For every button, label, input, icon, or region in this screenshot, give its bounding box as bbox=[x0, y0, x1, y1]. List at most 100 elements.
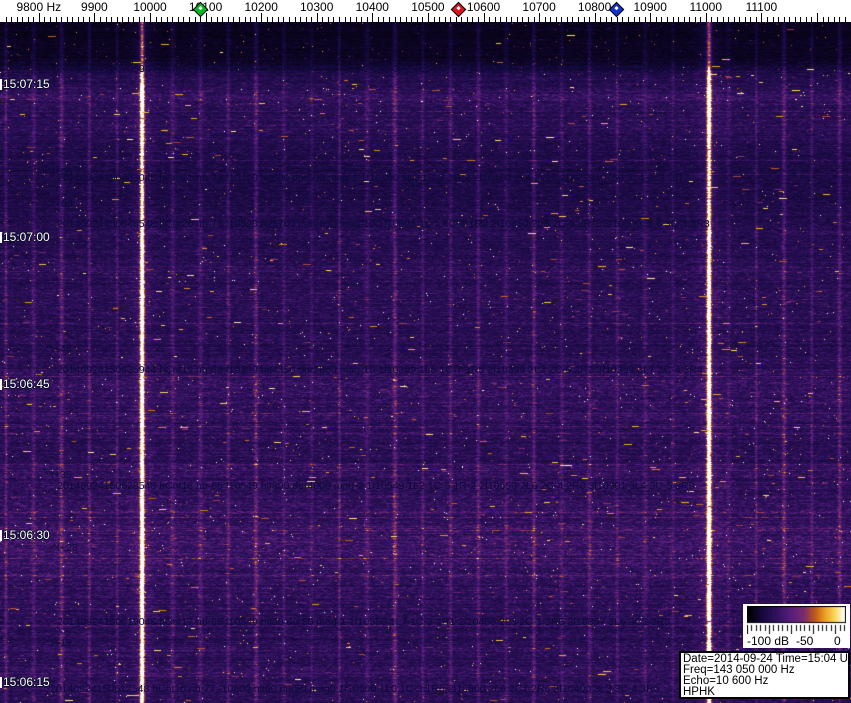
freq-minor-tick bbox=[211, 17, 213, 22]
freq-minor-tick bbox=[655, 17, 657, 22]
freq-minor-tick bbox=[644, 17, 646, 22]
freq-minor-tick bbox=[455, 17, 457, 22]
freq-minor-tick bbox=[194, 17, 196, 22]
freq-tick-label: 9900 bbox=[81, 0, 108, 14]
freq-minor-tick bbox=[172, 17, 174, 22]
freq-minor-tick bbox=[772, 17, 774, 22]
freq-minor-tick bbox=[377, 17, 379, 22]
freq-minor-tick bbox=[722, 17, 724, 22]
freq-minor-tick bbox=[105, 17, 107, 22]
freq-minor-tick bbox=[383, 17, 385, 22]
freq-minor-tick bbox=[611, 17, 613, 22]
freq-minor-tick bbox=[144, 17, 146, 22]
red-diamond-marker[interactable] bbox=[450, 1, 467, 18]
freq-minor-tick bbox=[672, 17, 674, 22]
freq-minor-tick bbox=[755, 17, 757, 22]
freq-minor-tick bbox=[305, 17, 307, 22]
freq-minor-tick bbox=[11, 17, 13, 22]
freq-minor-tick bbox=[266, 17, 268, 22]
freq-minor-tick bbox=[161, 17, 163, 22]
freq-minor-tick bbox=[44, 17, 46, 22]
freq-minor-tick bbox=[522, 17, 524, 22]
freq-minor-tick bbox=[344, 17, 346, 22]
freq-minor-tick bbox=[83, 17, 85, 22]
freq-minor-tick bbox=[88, 17, 90, 22]
freq-minor-tick bbox=[578, 17, 579, 22]
freq-minor-tick bbox=[233, 17, 235, 22]
freq-minor-tick bbox=[439, 17, 440, 22]
freq-minor-tick bbox=[227, 17, 229, 22]
freq-minor-tick bbox=[138, 17, 140, 22]
freq-minor-tick bbox=[666, 17, 668, 22]
freq-minor-tick bbox=[450, 17, 452, 22]
freq-minor-tick bbox=[728, 17, 729, 22]
freq-major-tick bbox=[761, 13, 763, 22]
freq-tick-label: 10600 bbox=[466, 0, 501, 14]
freq-minor-tick bbox=[589, 17, 591, 22]
freq-minor-tick bbox=[166, 17, 168, 22]
freq-major-tick bbox=[427, 13, 429, 22]
freq-major-tick bbox=[205, 13, 207, 22]
freq-tick-label: 10500 bbox=[411, 0, 445, 14]
freq-minor-tick bbox=[122, 17, 124, 22]
freq-minor-tick bbox=[622, 17, 624, 22]
freq-tick-label: 10900 bbox=[633, 0, 667, 14]
freq-minor-tick bbox=[272, 17, 274, 22]
legend-db-label: -100 dB bbox=[747, 634, 790, 648]
freq-minor-tick bbox=[422, 17, 424, 22]
freq-minor-tick bbox=[127, 17, 129, 22]
freq-major-tick bbox=[261, 13, 263, 22]
freq-major-tick bbox=[372, 13, 374, 22]
freq-minor-tick bbox=[828, 17, 830, 22]
freq-minor-tick bbox=[544, 17, 546, 22]
freq-minor-tick bbox=[833, 17, 835, 22]
freq-minor-tick bbox=[238, 17, 240, 22]
freq-minor-tick bbox=[550, 17, 552, 22]
freq-minor-tick bbox=[433, 17, 435, 22]
blue-diamond-marker[interactable] bbox=[609, 1, 625, 18]
freq-major-tick bbox=[316, 13, 318, 22]
freq-minor-tick bbox=[50, 17, 51, 22]
freq-major-tick bbox=[539, 13, 541, 22]
info-box-line: HPHK bbox=[683, 686, 715, 698]
station-info-box: Date=2014-09-24 Time=15:04 UTC Freq=143 0… bbox=[679, 651, 851, 699]
marker-center-dot bbox=[456, 5, 461, 11]
freq-minor-tick bbox=[155, 17, 157, 22]
freq-tick-label: 11100 bbox=[745, 0, 778, 14]
freq-minor-tick bbox=[744, 17, 746, 22]
legend-db-label: -50 bbox=[796, 634, 814, 648]
freq-minor-tick bbox=[411, 17, 413, 22]
freq-minor-tick bbox=[350, 17, 352, 22]
freq-minor-tick bbox=[511, 17, 513, 22]
freq-minor-tick bbox=[678, 17, 679, 22]
freq-major-tick bbox=[38, 13, 40, 22]
freq-minor-tick bbox=[366, 17, 368, 22]
freq-minor-tick bbox=[811, 17, 813, 22]
freq-tick-label: 9800 Hz bbox=[16, 0, 62, 14]
freq-minor-tick bbox=[100, 17, 101, 22]
freq-major-tick bbox=[150, 13, 151, 22]
freq-minor-tick bbox=[628, 17, 629, 22]
freq-minor-tick bbox=[661, 17, 663, 22]
freq-minor-tick bbox=[844, 17, 846, 22]
freq-minor-tick bbox=[394, 17, 396, 22]
freq-minor-tick bbox=[444, 17, 446, 22]
legend-gradient-bar bbox=[747, 606, 846, 634]
freq-minor-tick bbox=[739, 17, 741, 22]
waterfall-spectrogram[interactable] bbox=[0, 22, 851, 703]
intensity-legend: -100 dB -50 0 bbox=[743, 604, 850, 648]
freq-minor-tick bbox=[783, 17, 785, 22]
freq-minor-tick bbox=[277, 17, 279, 22]
freq-minor-tick bbox=[250, 17, 251, 22]
freq-minor-tick bbox=[600, 17, 602, 22]
freq-major-tick bbox=[594, 13, 596, 22]
freq-minor-tick bbox=[216, 17, 218, 22]
freq-minor-tick bbox=[716, 17, 718, 22]
freq-minor-tick bbox=[583, 17, 585, 22]
freq-minor-tick bbox=[188, 17, 190, 22]
freq-minor-tick bbox=[16, 17, 18, 22]
freq-minor-tick bbox=[77, 17, 79, 22]
freq-minor-tick bbox=[555, 17, 557, 22]
marker-center-dot bbox=[614, 5, 620, 11]
freq-minor-tick bbox=[516, 17, 518, 22]
